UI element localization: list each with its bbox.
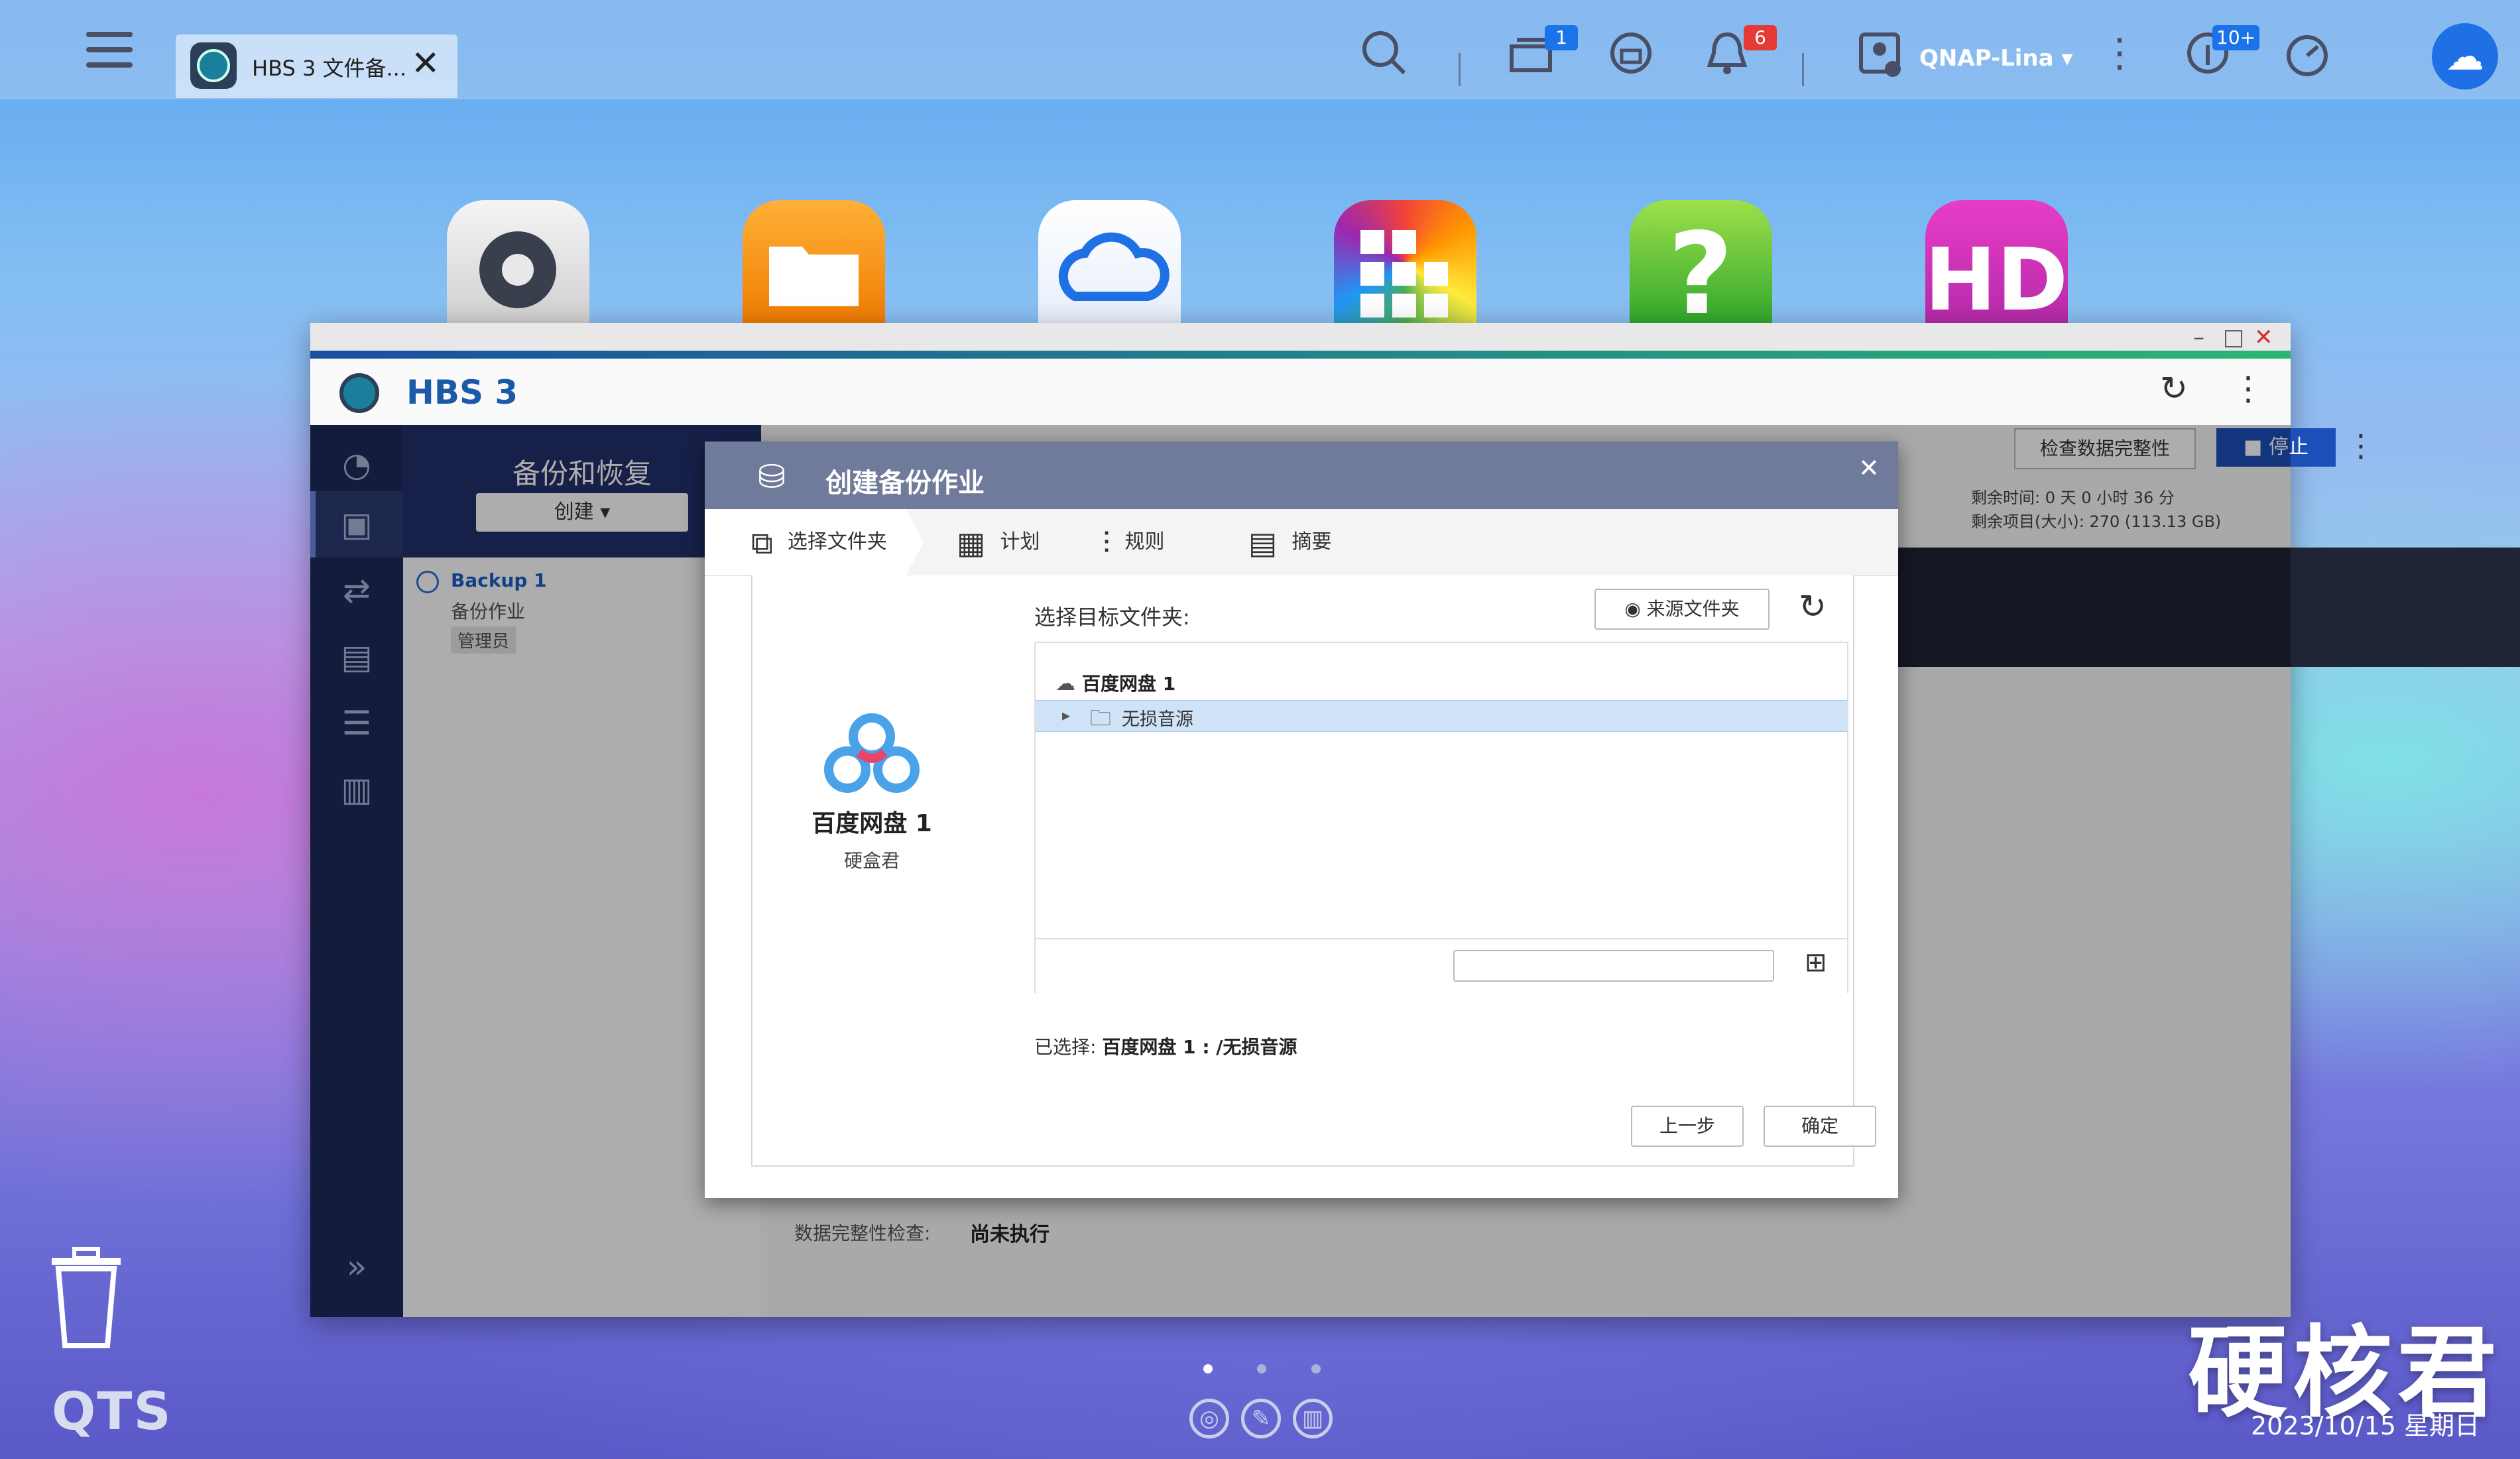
file-station-icon[interactable] (743, 200, 885, 329)
baidu-pan-logo-icon (815, 711, 928, 797)
app-shortcut-icon[interactable]: ▥ (1293, 1399, 1333, 1438)
refresh-tree-icon[interactable]: ↻ (1799, 587, 1827, 626)
ok-button[interactable]: 确定 (1764, 1106, 1876, 1147)
tools-shortcut-icon[interactable]: ✎ (1241, 1399, 1281, 1438)
step-summary[interactable]: ▤ 摘要 (1248, 509, 1331, 575)
page-dot-active[interactable] (1203, 1364, 1213, 1373)
app-tab-hbs[interactable]: HBS 3 文件备... ✕ (176, 34, 457, 98)
selected-prefix: 已选择: (1034, 1036, 1097, 1058)
tree-item-label: 无损音源 (1122, 709, 1193, 730)
page-dot[interactable] (1311, 1364, 1321, 1373)
source-folder-button[interactable]: ◉ 来源文件夹 (1594, 589, 1770, 630)
calendar-icon: ▦ (957, 524, 986, 561)
new-folder-input[interactable] (1453, 950, 1774, 982)
source-subtitle: 硬盒君 (843, 850, 900, 872)
hbs-logo-icon (339, 373, 379, 413)
job-more-icon[interactable]: ⋮ (2346, 428, 2376, 463)
refresh-icon[interactable]: ↻ (2160, 369, 2188, 408)
more-icon[interactable]: ⋮ (2232, 369, 2265, 408)
new-folder-bar: ⊞ (1036, 938, 1847, 993)
app-tab-title: HBS 3 文件备... (252, 56, 406, 81)
expand-arrow-icon[interactable]: ▸ (1062, 706, 1070, 725)
tasks-badge: 1 (1545, 25, 1578, 50)
step-select-folder[interactable]: ⧉ 选择文件夹 (705, 509, 924, 575)
folder-select-icon: ⧉ (751, 524, 773, 561)
trash-icon[interactable] (46, 1246, 126, 1352)
dialog-title: 创建备份作业 (825, 468, 985, 498)
maximize-icon[interactable]: □ (2223, 324, 2244, 351)
svg-text:HD: HD (1925, 229, 2068, 329)
help-center-icon[interactable]: ? (1630, 200, 1772, 329)
selected-path: 已选择: 百度网盘 1 : /无损音源 (1034, 1033, 1297, 1059)
alerts-badge: 6 (1744, 25, 1777, 50)
back-button[interactable]: 上一步 (1631, 1106, 1744, 1147)
folder-tree: ☁ 百度网盘 1 ▸ 🗀 无损音源 ⊞ (1034, 642, 1848, 993)
more-options-icon[interactable]: ⋮ (2093, 27, 2146, 80)
step-rules[interactable]: ⫶ 规则 (1103, 509, 1165, 575)
tree-root-label: 百度网盘 1 (1082, 673, 1176, 695)
cloud-icon: ☁ (1055, 672, 1075, 695)
user-name[interactable]: QNAP-Lina ▾ (1919, 45, 2072, 72)
dialog-body: 百度网盘 1 硬盒君 选择目标文件夹: ◉ 来源文件夹 ↻ ☁ 百度网盘 1 ▸ … (751, 575, 1876, 1167)
new-folder-icon[interactable]: ⊞ (1805, 947, 1827, 978)
folder-icon: 🗀 (1090, 705, 1112, 730)
taskbar: HBS 3 文件备... ✕ 1 6 QNAP-Lina ▾ ⋮ 10+ ☁ (0, 0, 2520, 99)
search-icon[interactable] (1358, 27, 1411, 80)
window-header: HBS 3 ↻ ⋮ (310, 359, 2291, 426)
cloud-shortcut-icon[interactable]: ◎ (1189, 1399, 1229, 1438)
settings-app-icon[interactable] (447, 200, 589, 329)
app-center-icon[interactable] (1334, 200, 1476, 329)
source-card: 百度网盘 1 硬盒君 (752, 711, 991, 873)
window-accent-strip (310, 351, 2291, 359)
clipboard-icon: ▤ (1248, 524, 1278, 561)
source-name: 百度网盘 1 (811, 810, 932, 837)
step-schedule[interactable]: ▦ 计划 (957, 509, 1040, 575)
eye-icon: ◉ (1624, 598, 1641, 620)
myqnapcloud-icon[interactable]: ☁ (2432, 23, 2498, 89)
separator (1802, 53, 1804, 86)
close-icon[interactable]: ✕ (411, 44, 440, 84)
close-window-icon[interactable]: ✕ (2254, 324, 2273, 351)
sliders-icon: ⫶ (1103, 524, 1110, 561)
menu-icon[interactable] (86, 32, 133, 72)
updates-badge: 10+ (2212, 25, 2260, 50)
selected-path-value: 百度网盘 1 : /无损音源 (1102, 1036, 1297, 1058)
minimize-icon[interactable]: – (2193, 324, 2204, 351)
step-label: 计划 (1000, 530, 1040, 554)
backup-job-icon: ⛁ (758, 457, 786, 496)
step-label: 摘要 (1291, 530, 1332, 554)
page-dot[interactable] (1257, 1364, 1266, 1373)
dialog-header: ⛁ 创建备份作业 ✕ (705, 441, 1898, 509)
dashboard-icon[interactable] (2281, 27, 2334, 80)
tree-root[interactable]: ☁ 百度网盘 1 (1055, 670, 1175, 696)
qts-label: QTS (52, 1382, 172, 1442)
app-name: HBS 3 (406, 373, 518, 412)
svg-text:?: ? (1668, 209, 1734, 329)
step-label: 选择文件夹 (787, 530, 887, 554)
source-folder-label: 来源文件夹 (1646, 598, 1740, 620)
step-label: 规则 (1124, 530, 1165, 554)
sync-icon[interactable] (1604, 27, 1657, 80)
window-titlebar: – □ ✕ (310, 323, 2291, 351)
tree-item-selected[interactable]: ▸ 🗀 无损音源 (1036, 700, 1847, 732)
cloud-app-icon[interactable] (1038, 200, 1181, 329)
separator (1459, 53, 1461, 86)
desktop-datetime: 2023/10/15 星期日 (2251, 1411, 2480, 1440)
user-icon[interactable] (1853, 27, 1906, 80)
wizard-steps: ⧉ 选择文件夹 ▦ 计划 ⫶ 规则 ▤ 摘要 (705, 509, 1898, 576)
dialog-close-icon[interactable]: ✕ (1858, 453, 1880, 483)
hd-station-icon[interactable]: HD (1925, 200, 2068, 329)
hbs-app-icon (190, 42, 237, 89)
target-folder-label: 选择目标文件夹: (1034, 605, 1190, 630)
create-backup-dialog: ⛁ 创建备份作业 ✕ ⧉ 选择文件夹 ▦ 计划 ⫶ 规则 ▤ 摘要 百度网盘 1 硬盒君… (705, 441, 1898, 1198)
